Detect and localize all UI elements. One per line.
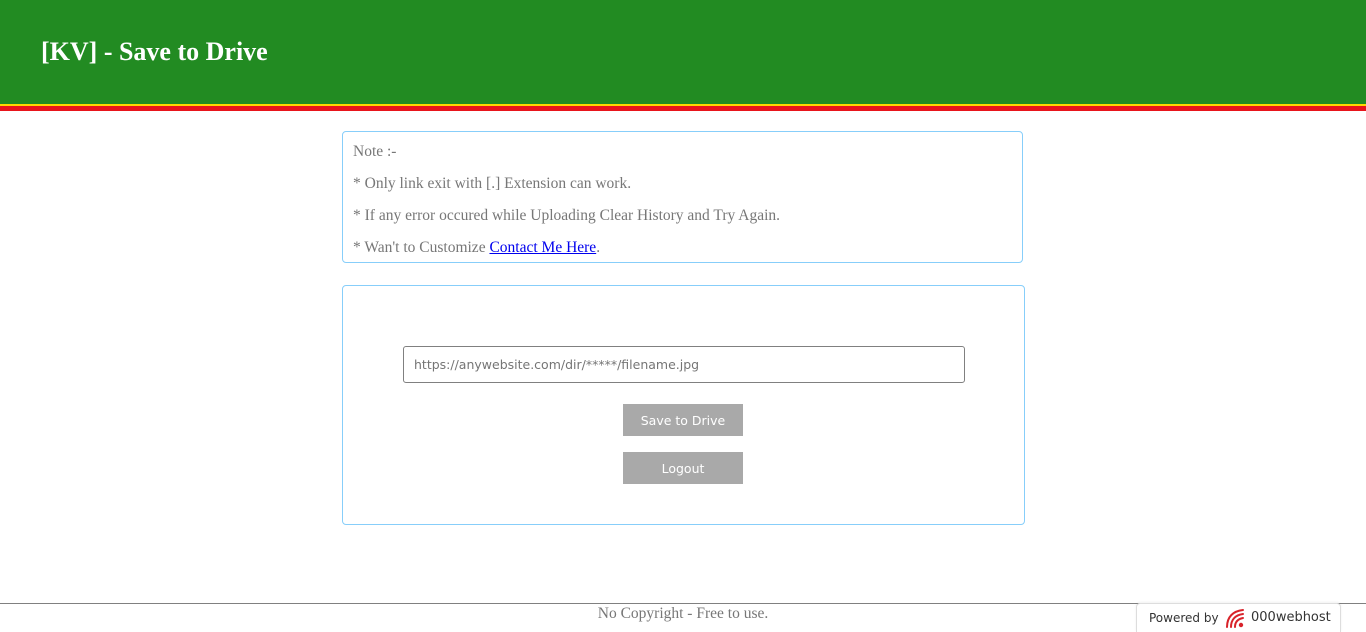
logout-button[interactable]: Logout bbox=[623, 452, 743, 484]
note-customize-suffix: . bbox=[596, 239, 601, 256]
powered-by-label: Powered by bbox=[1149, 611, 1219, 625]
note-customize-prefix: * Wan't to Customize bbox=[353, 239, 490, 256]
header-stripe-red bbox=[0, 106, 1366, 111]
page-title: [KV] - Save to Drive bbox=[41, 37, 268, 66]
powered-by-brand: 000webhost bbox=[1251, 610, 1331, 625]
contact-me-link[interactable]: Contact Me Here bbox=[489, 239, 596, 256]
header: [KV] - Save to Drive bbox=[0, 0, 1366, 104]
note-line-customize: * Wan't to Customize Contact Me Here. bbox=[353, 238, 600, 258]
note-line-error: * If any error occured while Uploading C… bbox=[353, 207, 781, 224]
note-line-extension: * Only link exit with [.] Extension can … bbox=[353, 175, 632, 192]
powered-by-badge[interactable]: Powered by 000webhost bbox=[1136, 603, 1341, 632]
save-to-drive-button[interactable]: Save to Drive bbox=[623, 404, 743, 436]
note-box: Note :- * Only link exit with [.] Extens… bbox=[342, 131, 1023, 263]
000webhost-logo-icon bbox=[1226, 609, 1244, 628]
save-form: Save to Drive Logout bbox=[342, 285, 1025, 525]
url-input[interactable] bbox=[403, 346, 965, 383]
note-heading: Note :- bbox=[353, 143, 397, 160]
